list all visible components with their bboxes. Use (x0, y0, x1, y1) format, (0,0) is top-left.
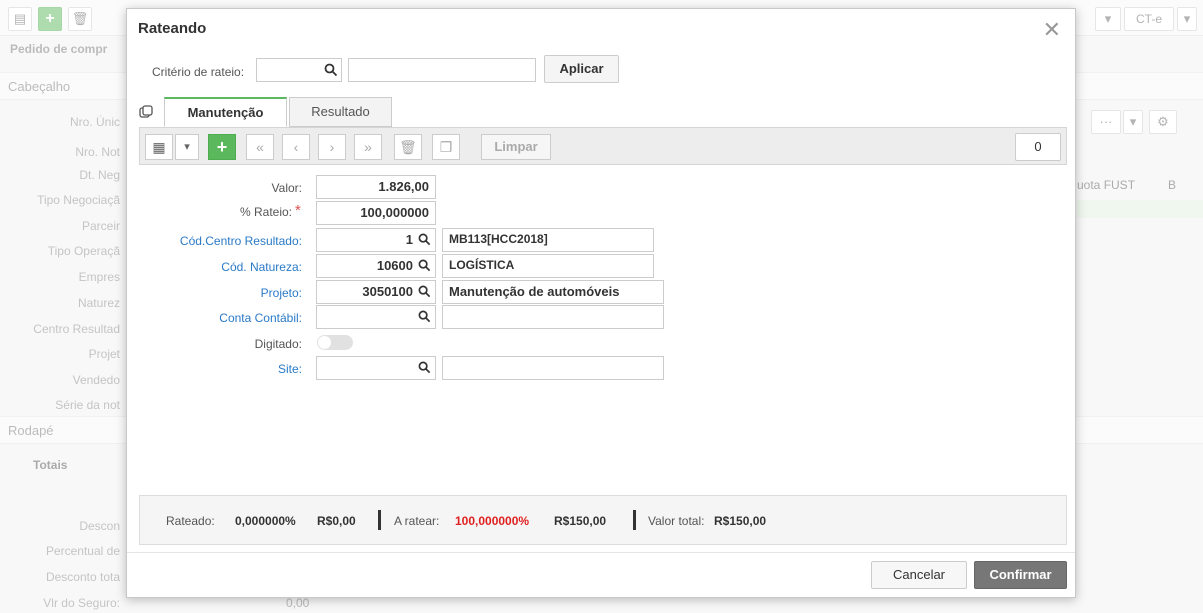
search-icon[interactable] (418, 361, 431, 374)
grid-view-icon[interactable]: ▦ (145, 134, 173, 160)
confirm-button[interactable]: Confirmar (974, 561, 1067, 589)
dialog-title: Rateando (138, 20, 207, 37)
centro-resultado-label[interactable]: Cód.Centro Resultado: (132, 234, 302, 248)
search-icon[interactable] (418, 259, 431, 272)
site-label[interactable]: Site: (132, 362, 302, 376)
centro-resultado-desc: MB113[HCC2018] (442, 228, 654, 252)
natureza-desc: LOGÍSTICA (442, 254, 654, 278)
toggle-knob (318, 336, 331, 349)
required-mark: * (295, 202, 301, 219)
last-record-icon[interactable]: » (354, 134, 382, 160)
close-icon[interactable]: ✕ (1043, 17, 1061, 43)
rateado-percent: 0,000000% (235, 514, 296, 528)
duplicate-icon[interactable]: ❐ (432, 134, 460, 160)
projeto-desc: Manutenção de automóveis (442, 280, 664, 304)
rateio-summary: Rateado: 0,000000% R$0,00 A ratear: 100,… (139, 495, 1067, 545)
digitado-label: Digitado: (254, 337, 302, 351)
records-toolbar: ▦ ▾ + « ‹ › » 🗑 ❐ Limpar 0 (139, 127, 1067, 165)
digitado-toggle[interactable] (317, 335, 353, 350)
rateio-dialog: Rateando ✕ Critério de rateio: Aplicar M… (126, 8, 1076, 598)
conta-contabil-label[interactable]: Conta Contábil: (132, 311, 302, 325)
total-label: Valor total: (648, 514, 705, 528)
search-icon[interactable] (418, 310, 431, 323)
divider (633, 510, 636, 530)
cancel-button[interactable]: Cancelar (871, 561, 967, 589)
rateado-value: R$0,00 (317, 514, 356, 528)
total-value: R$150,00 (714, 514, 767, 528)
previous-record-icon[interactable]: ‹ (282, 134, 310, 160)
natureza-label[interactable]: Cód. Natureza: (132, 260, 302, 274)
next-record-icon[interactable]: › (318, 134, 346, 160)
aratear-value: R$150,00 (554, 514, 607, 528)
first-record-icon[interactable]: « (246, 134, 274, 160)
rateio-label: % Rateio: (239, 205, 292, 219)
rateado-label: Rateado: (166, 514, 215, 528)
aratear-percent: 100,000000% (455, 514, 530, 528)
divider (127, 552, 1075, 553)
valor-label: Valor: (271, 181, 302, 195)
search-icon[interactable] (418, 285, 431, 298)
rateio-input[interactable]: 100,000000 (316, 201, 436, 225)
search-icon[interactable] (418, 233, 431, 246)
trash-icon[interactable]: 🗑 (394, 134, 422, 160)
apply-button[interactable]: Aplicar (544, 55, 619, 83)
projeto-label[interactable]: Projeto: (132, 286, 302, 300)
clear-button[interactable]: Limpar (481, 134, 551, 160)
chevron-down-icon[interactable]: ▾ (175, 134, 199, 160)
divider (378, 510, 381, 530)
add-record-icon[interactable]: + (208, 134, 236, 160)
site-desc (442, 356, 664, 380)
tab-manutencao[interactable]: Manutenção (164, 97, 287, 127)
criterio-desc-input[interactable] (348, 58, 536, 82)
aratear-label: A ratear: (394, 514, 440, 528)
conta-contabil-desc (442, 305, 664, 329)
record-count: 0 (1015, 133, 1061, 161)
copy-icon (139, 105, 153, 118)
tab-resultado[interactable]: Resultado (289, 97, 392, 127)
search-icon[interactable] (324, 63, 338, 77)
valor-input[interactable]: 1.826,00 (316, 175, 436, 199)
criterio-label: Critério de rateio: (152, 65, 245, 79)
